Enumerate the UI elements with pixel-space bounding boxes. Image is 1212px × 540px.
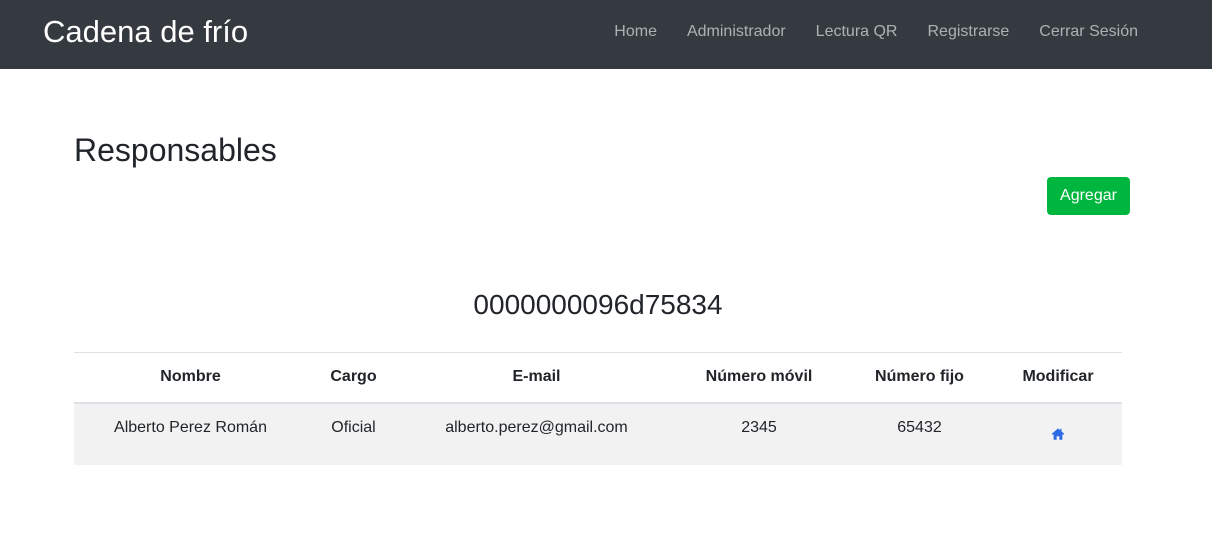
nav-link-registrarse[interactable]: Registrarse [912,21,1024,42]
brand-title[interactable]: Cadena de frío [43,13,248,51]
header-nombre: Nombre [74,352,307,404]
page-title: Responsables [74,132,277,168]
cell-modificar [994,402,1122,465]
cell-cargo: Oficial [307,402,400,465]
top-navbar: Cadena de frío Home Administrador Lectur… [0,0,1212,69]
cell-email: alberto.perez@gmail.com [400,402,673,465]
nav-link-lectura-qr[interactable]: Lectura QR [801,21,913,42]
nav-link-cerrar-sesion[interactable]: Cerrar Sesión [1024,21,1153,42]
responsables-table: Nombre Cargo E-mail Número móvil Número … [74,352,1122,465]
home-icon[interactable] [1051,427,1065,441]
responsables-table-container: Nombre Cargo E-mail Número móvil Número … [74,352,1122,465]
table-header-row: Nombre Cargo E-mail Número móvil Número … [74,352,1122,404]
add-button[interactable]: Agregar [1047,177,1130,215]
nav-links: Home Administrador Lectura QR Registrars… [599,21,1153,42]
header-email: E-mail [400,352,673,404]
header-modificar: Modificar [994,352,1122,404]
header-cargo: Cargo [307,352,400,404]
nav-link-home[interactable]: Home [599,21,672,42]
nav-link-administrador[interactable]: Administrador [672,21,801,42]
cell-numero-fijo: 65432 [845,402,994,465]
header-numero-fijo: Número fijo [845,352,994,404]
device-id-heading: 0000000096d75834 [473,289,723,320]
header-numero-movil: Número móvil [673,352,845,404]
cell-numero-movil: 2345 [673,402,845,465]
cell-nombre: Alberto Perez Román [74,402,307,465]
table-row: Alberto Perez Román Oficial alberto.pere… [74,402,1122,465]
